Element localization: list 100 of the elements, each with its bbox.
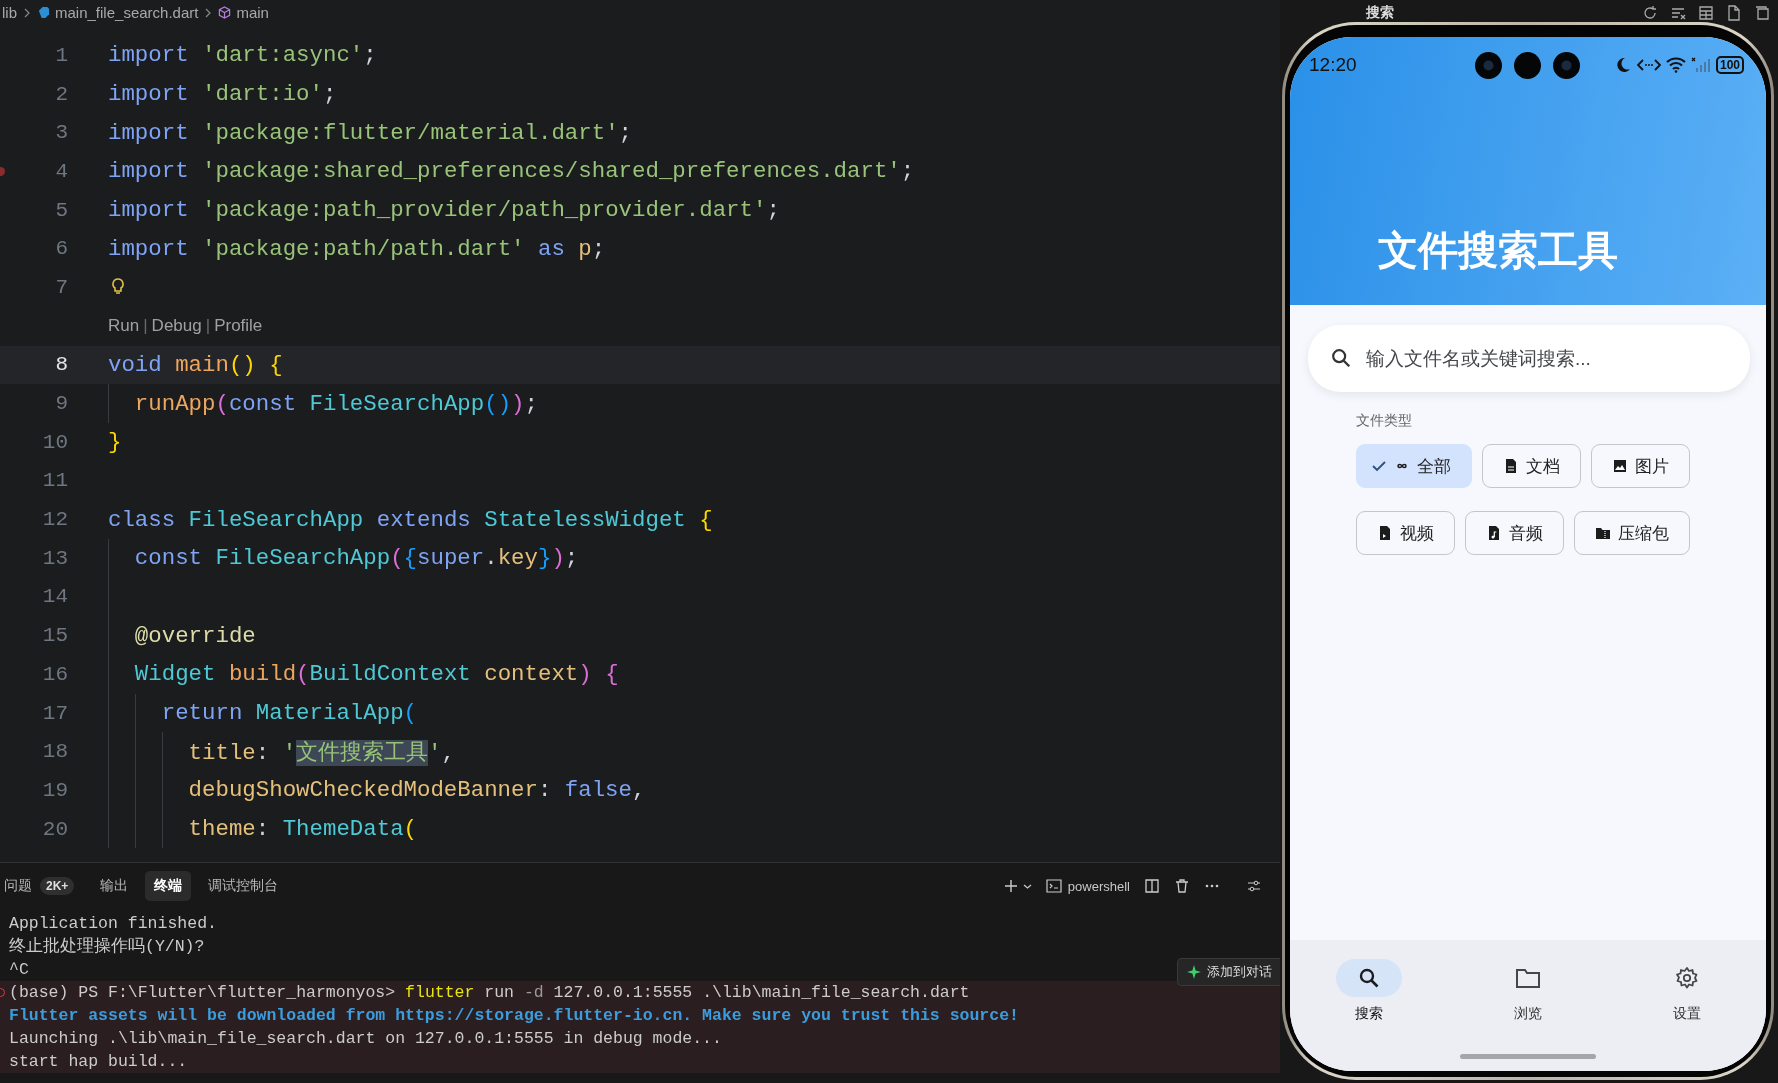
filter-chip[interactable]: 全部 <box>1356 444 1472 488</box>
section-label: 文件类型 <box>1356 412 1413 430</box>
file-icon <box>1486 525 1502 541</box>
code-line: class FileSearchApp extends StatelessWidget { <box>108 506 713 533</box>
trash-icon[interactable] <box>1174 878 1190 894</box>
filter-chip[interactable]: 文档 <box>1482 444 1581 488</box>
file-icon <box>1503 458 1519 474</box>
code-line: runApp(const FileSearchApp()); <box>134 390 538 417</box>
code-line: import 'package:shared_preferences/shared_preferences.dart'; <box>108 158 915 185</box>
filter-chip[interactable]: 图片 <box>1591 444 1690 488</box>
code-line: debugShowCheckedModeBanner: false, <box>188 777 646 804</box>
code-line: Widget build(BuildContext context) { <box>134 661 619 688</box>
code-line: const FileSearchApp({super.key}); <box>134 545 579 572</box>
line-number: 7 <box>55 275 68 299</box>
line-number: 1 <box>55 43 68 67</box>
line-number: 13 <box>42 546 68 570</box>
line-number: 4 <box>55 159 68 183</box>
search-field[interactable]: 输入文件名或关键词搜索... <box>1308 325 1750 392</box>
shell-name[interactable]: powershell <box>1067 878 1130 894</box>
nav-item[interactable]: 搜索 <box>1290 958 1449 1071</box>
panel-title: 搜索 <box>1366 4 1394 22</box>
line-number: 19 <box>42 778 68 802</box>
terminal-icon <box>1045 878 1062 894</box>
filter-chip[interactable]: 视频 <box>1356 511 1455 555</box>
panel-tab[interactable]: 终端 <box>145 871 192 901</box>
folder-icon <box>1515 966 1541 990</box>
line-number: 6 <box>55 237 68 261</box>
check-icon <box>1371 458 1387 474</box>
camera-icon <box>1553 52 1580 79</box>
app-title: 文件搜索工具 <box>1377 227 1619 274</box>
panel-tab[interactable]: 输出 <box>91 871 138 901</box>
line-number: 18 <box>42 740 68 764</box>
line-number: 10 <box>42 430 68 454</box>
panel-tab[interactable]: 调试控制台 <box>199 871 288 901</box>
camera-icon <box>1514 52 1541 79</box>
code-arrows-icon <box>1636 57 1661 73</box>
code-line: } <box>108 429 122 456</box>
filter-chip[interactable]: 压缩包 <box>1574 511 1690 555</box>
battery-level: 100 <box>1715 56 1744 74</box>
codelens-link[interactable]: Profile <box>214 316 263 337</box>
dart-file-icon <box>37 6 50 19</box>
line-number: 15 <box>42 624 68 648</box>
line-number: 16 <box>42 662 68 686</box>
code-line: return MaterialApp( <box>161 700 418 727</box>
refresh-icon[interactable] <box>1642 5 1658 21</box>
line-number: 9 <box>55 392 68 416</box>
code-line: theme: ThemeData( <box>188 816 417 843</box>
codelens-link[interactable]: Debug <box>151 316 202 337</box>
new-file-icon[interactable] <box>1726 5 1742 21</box>
filter-chip[interactable]: 音频 <box>1465 511 1564 555</box>
code-line: title: '文件搜索工具', <box>188 739 455 768</box>
breadcrumb-item[interactable]: lib <box>2 4 17 21</box>
separator: | <box>205 316 211 337</box>
cube-icon <box>218 6 232 19</box>
image-icon <box>1612 458 1628 474</box>
code-line: import 'package:path/path.dart' as p; <box>108 235 606 262</box>
panel-tab[interactable]: 问题 2K+ <box>4 871 84 901</box>
code-line: @override <box>134 622 256 649</box>
sliders-icon[interactable] <box>1246 878 1262 894</box>
line-number: 20 <box>42 817 68 841</box>
terminal-line: Launching .\lib\main_file_search.dart on 127.0.0.1:5555 in debug mode... <box>9 1029 722 1048</box>
terminal-line: start hap build... <box>9 1052 188 1071</box>
add-to-chat-button[interactable]: 添加到对话 <box>1177 958 1280 986</box>
terminal-line: Application finished. <box>9 914 217 933</box>
line-number: 11 <box>42 469 68 493</box>
settings-icon <box>1674 966 1699 990</box>
camera-icon <box>1475 52 1502 79</box>
line-number: 17 <box>42 701 68 725</box>
breadcrumb-item[interactable]: main <box>236 4 269 21</box>
code-line: void main() { <box>108 351 283 378</box>
status-time: 12:20 <box>1309 54 1357 76</box>
code-line: import 'package:path_provider/path_provider.dart'; <box>108 197 780 224</box>
breadcrumb-item[interactable]: main_file_search.dart <box>55 4 199 21</box>
line-number: 14 <box>42 585 68 609</box>
folder-icon <box>1595 525 1611 541</box>
terminal-line: Flutter assets will be downloaded from https://storage.flutter-io.cn. Make sure you trust this source! <box>9 1006 1019 1025</box>
chevron-icon <box>22 7 32 18</box>
code-line: import 'package:flutter/material.dart'; <box>108 119 633 146</box>
file-icon <box>1377 525 1393 541</box>
code-line: import 'dart:async'; <box>108 42 377 69</box>
plus-icon[interactable] <box>1002 878 1019 894</box>
terminal-line: ^C <box>9 960 29 979</box>
codelens-link[interactable]: Run <box>108 316 140 337</box>
line-number: 5 <box>55 198 68 222</box>
line-number: 8 <box>55 353 68 377</box>
grid-icon[interactable] <box>1698 5 1714 21</box>
split-icon[interactable] <box>1144 878 1160 894</box>
line-number: 12 <box>42 508 68 532</box>
collapse-icon[interactable] <box>1754 5 1770 21</box>
count-badge: 2K+ <box>40 877 75 895</box>
clear-results-icon[interactable] <box>1670 5 1686 21</box>
signal-icon <box>1690 57 1711 73</box>
terminal-line: (base) PS F:\Flutter\flutter_harmonyos> flutter run -d 127.0.0.1:5555 .\lib\main_file_search.dart <box>9 983 970 1002</box>
nav-item[interactable]: 设置 <box>1607 958 1766 1071</box>
sparkle-icon <box>1186 964 1202 980</box>
nav-item[interactable]: 浏览 <box>1448 958 1608 1071</box>
line-number: 2 <box>55 82 68 106</box>
terminal-line: 终止批处理操作吗(Y/N)? <box>9 937 205 956</box>
line-number: 3 <box>55 121 68 145</box>
code-line: import 'dart:io'; <box>108 81 337 108</box>
